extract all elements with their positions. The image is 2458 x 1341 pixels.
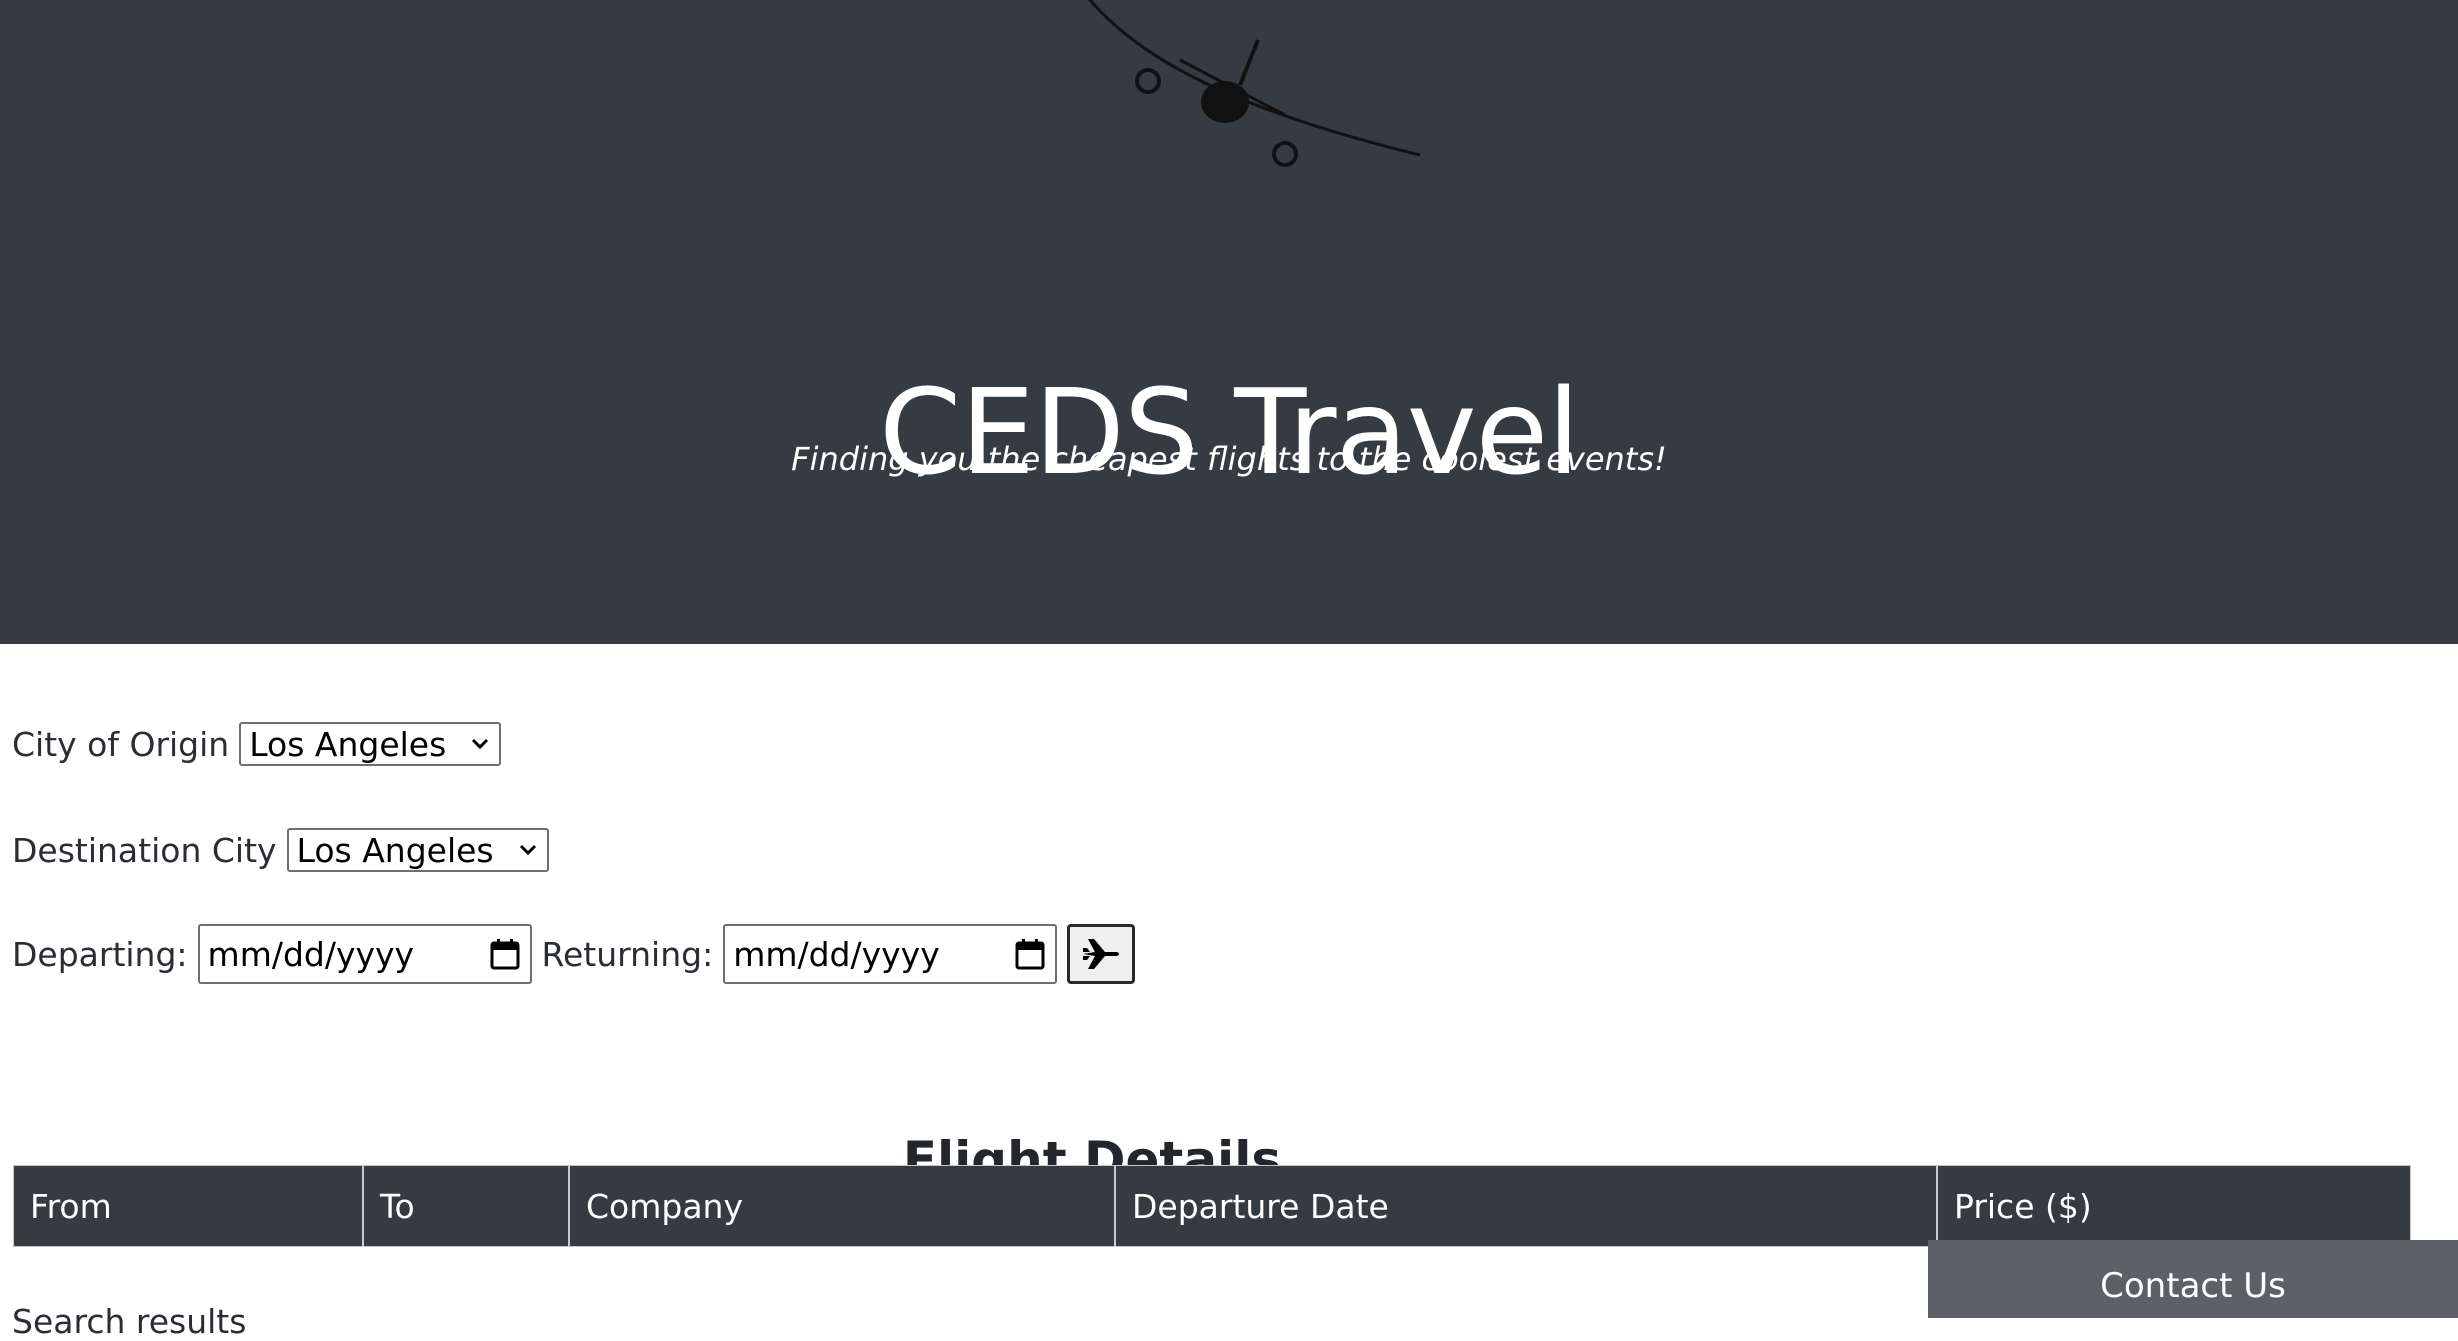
departing-date-input[interactable]: mm/dd/yyyy xyxy=(197,924,532,984)
chevron-down-icon xyxy=(469,733,491,755)
origin-select[interactable]: Los Angeles xyxy=(239,722,502,766)
departing-date-placeholder: mm/dd/yyyy xyxy=(207,934,415,974)
search-flights-button[interactable] xyxy=(1067,924,1136,984)
hero-banner: CEDS Travel Finding you the cheapest fli… xyxy=(0,0,2458,644)
column-header-from: From xyxy=(14,1166,364,1246)
column-header-to: To xyxy=(364,1166,570,1246)
calendar-icon[interactable] xyxy=(1013,936,1047,972)
dates-row: Departing: mm/dd/yyyy Returning: mm/dd/y… xyxy=(12,924,1136,984)
origin-row: City of Origin Los Angeles xyxy=(12,720,502,768)
destination-label: Destination City xyxy=(12,830,277,870)
destination-row: Destination City Los Angeles xyxy=(12,826,549,874)
chevron-down-icon xyxy=(517,839,539,861)
returning-date-input[interactable]: mm/dd/yyyy xyxy=(723,924,1058,984)
airplane-icon xyxy=(1083,939,1120,969)
site-tagline: Finding you the cheapest flights to the … xyxy=(791,440,1667,478)
partial-text: Search results xyxy=(12,1302,247,1341)
flight-table-header: From To Company Departure Date Price ($) xyxy=(13,1165,2411,1247)
airplane-icon xyxy=(1088,0,1421,167)
returning-label: Returning: xyxy=(541,934,714,974)
column-header-company: Company xyxy=(570,1166,1116,1246)
origin-select-value: Los Angeles xyxy=(249,724,447,764)
departing-label: Departing: xyxy=(12,934,188,974)
contact-us-button[interactable]: Contact Us xyxy=(1928,1240,2458,1318)
calendar-icon[interactable] xyxy=(488,936,522,972)
destination-select[interactable]: Los Angeles xyxy=(286,828,549,872)
returning-date-placeholder: mm/dd/yyyy xyxy=(733,934,940,974)
destination-select-value: Los Angeles xyxy=(296,830,494,870)
column-header-price: Price ($) xyxy=(1954,1186,2092,1226)
site-title: CEDS Travel xyxy=(879,363,1580,502)
origin-label: City of Origin xyxy=(12,724,230,764)
column-header-departure-date: Departure Date xyxy=(1116,1166,1938,1246)
